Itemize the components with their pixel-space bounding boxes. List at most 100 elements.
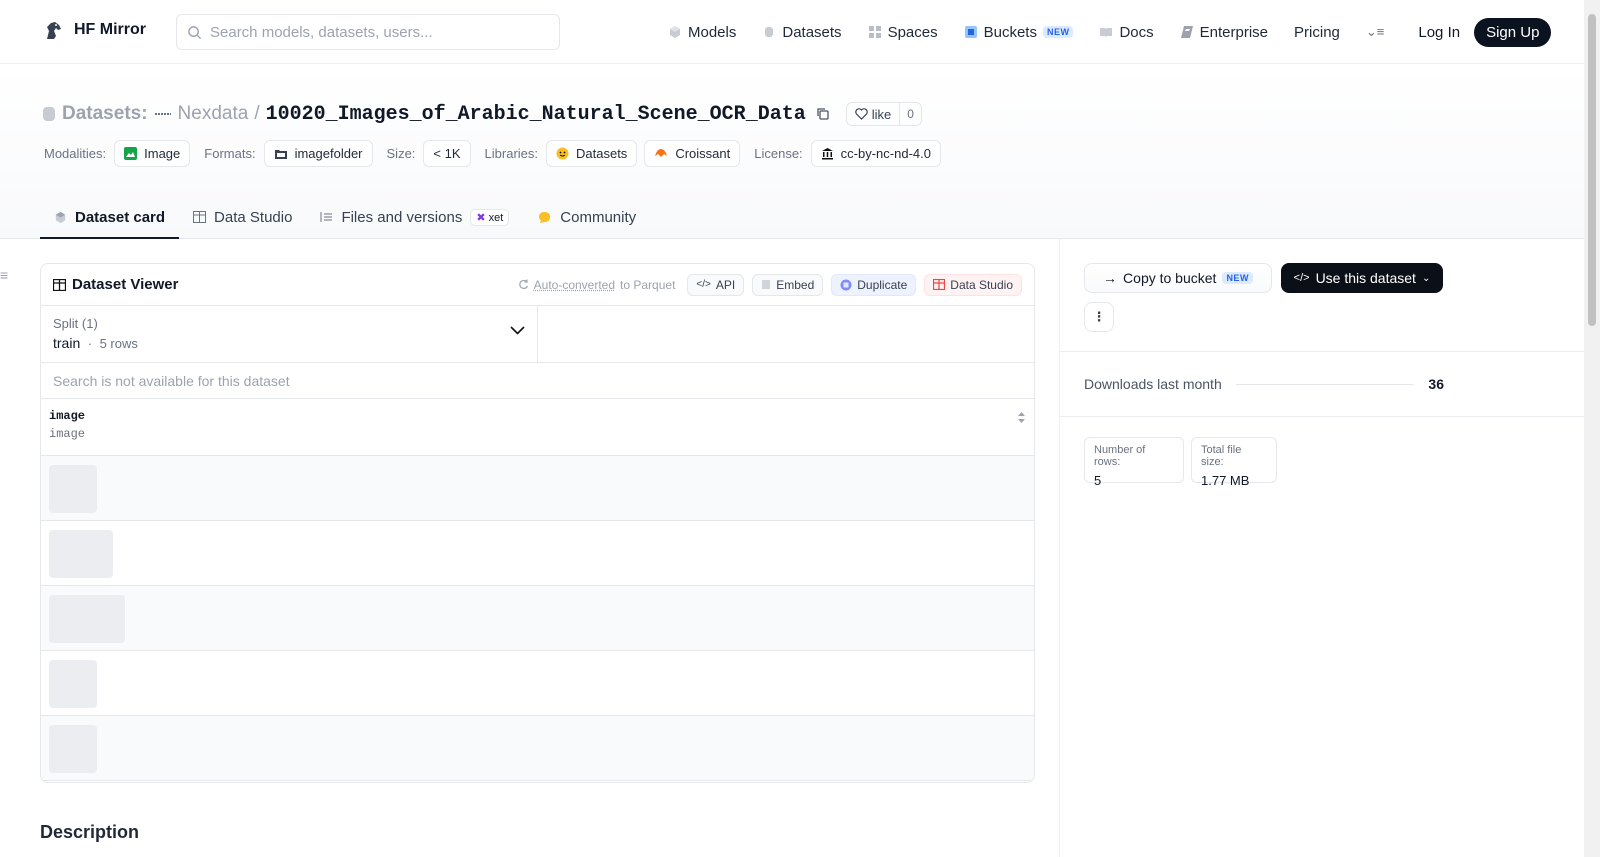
image-placeholder[interactable] xyxy=(49,595,125,643)
nav-models[interactable]: Models xyxy=(668,24,736,41)
viewer-header: Dataset Viewer Auto-converted to Parquet… xyxy=(41,264,1034,306)
image-placeholder[interactable] xyxy=(49,660,97,708)
scrollbar-thumb[interactable] xyxy=(1588,14,1596,326)
tab-files-label: Files and versions xyxy=(341,208,463,226)
cube-icon xyxy=(55,211,66,223)
sidebar-separator xyxy=(1060,351,1584,352)
image-placeholder[interactable] xyxy=(49,530,113,578)
table-row[interactable] xyxy=(41,586,1034,651)
vertical-dots-icon: ⋮ xyxy=(1092,309,1106,324)
sort-icon[interactable] xyxy=(1017,411,1026,424)
like-button[interactable]: like 0 xyxy=(845,102,922,126)
modalities-label: Modalities: xyxy=(44,146,107,161)
more-options-button[interactable]: ⋮ xyxy=(1084,302,1114,332)
modality-chip[interactable]: Image xyxy=(114,140,191,167)
column-header-image[interactable]: image image xyxy=(41,399,1034,456)
image-placeholder[interactable] xyxy=(49,465,97,513)
size-value: < 1K xyxy=(433,146,461,161)
top-navigation: HF Mirror Search models, datasets, users… xyxy=(0,0,1584,64)
chevron-down-icon xyxy=(510,326,525,335)
more-menu-icon[interactable]: ⌄≡ xyxy=(1366,24,1384,40)
login-link[interactable]: Log In xyxy=(1418,24,1460,41)
nav-pricing[interactable]: Pricing xyxy=(1294,24,1340,41)
license-value: cc-by-nc-nd-4.0 xyxy=(840,146,931,161)
nav-spaces[interactable]: Spaces xyxy=(868,24,938,41)
embed-button[interactable]: Embed xyxy=(752,273,824,296)
metadata-row: Modalities: Image Formats: imagefolder S… xyxy=(44,140,955,167)
database-icon xyxy=(43,107,55,121)
new-badge: NEW xyxy=(1042,26,1074,38)
split-name: train xyxy=(53,335,81,351)
rows-value: 5 xyxy=(1094,473,1102,488)
nav-docs[interactable]: Docs xyxy=(1099,24,1154,41)
description-heading: Description xyxy=(40,822,140,842)
signup-button[interactable]: Sign Up xyxy=(1474,17,1552,47)
file-size-label: Total file size: xyxy=(1201,444,1242,468)
tab-community[interactable]: Community xyxy=(523,197,650,239)
dataset-name[interactable]: 10020_Images_of_Arabic_Natural_Scene_OCR… xyxy=(266,103,806,126)
downloads-stat: Downloads last month 36 xyxy=(1084,376,1444,392)
brand-logo[interactable]: HF Mirror xyxy=(42,18,146,42)
nav-enterprise-label: Enterprise xyxy=(1199,23,1269,41)
repo-tabs: Dataset card Data Studio Files and versi… xyxy=(40,197,650,239)
search-icon xyxy=(188,25,202,39)
section-label[interactable]: Datasets: xyxy=(62,103,148,125)
copy-to-bucket-button[interactable]: → Copy to bucket NEW xyxy=(1084,263,1272,293)
format-chip[interactable]: imagefolder xyxy=(263,140,373,167)
duplicate-icon xyxy=(840,279,852,290)
page-title: Datasets: Nexdata / 10020_Images_of_Arab… xyxy=(42,102,922,126)
split-selector-row: Split (1) train · 5 rows xyxy=(41,306,1034,363)
modality-label: Image xyxy=(144,146,181,161)
like-toggle[interactable]: like xyxy=(847,103,901,125)
heart-icon xyxy=(854,108,868,120)
use-this-dataset-button[interactable]: </> Use this dataset ⌄ xyxy=(1281,263,1443,293)
size-chip[interactable]: < 1K xyxy=(423,140,471,167)
like-label: like xyxy=(871,106,892,122)
image-icon xyxy=(124,147,138,160)
data-studio-button[interactable]: Data Studio xyxy=(924,273,1022,296)
sidebar-toggle-icon[interactable]: ≡ xyxy=(0,267,8,283)
duplicate-button[interactable]: Duplicate xyxy=(831,273,917,296)
table-row[interactable] xyxy=(41,651,1034,716)
tab-dataset-card-label: Dataset card xyxy=(75,208,166,226)
arrow-right-icon: → xyxy=(1103,270,1118,286)
tab-dataset-card[interactable]: Dataset card xyxy=(40,197,180,239)
nav-links: Models Datasets Spaces Buckets NEW Docs … xyxy=(668,0,1552,64)
auto-converted-link[interactable]: Auto-converted xyxy=(534,278,615,292)
owner-link[interactable]: Nexdata xyxy=(178,103,249,125)
table-row[interactable] xyxy=(41,521,1034,586)
license-chip[interactable]: cc-by-nc-nd-4.0 xyxy=(810,140,941,167)
column-type: image xyxy=(49,427,86,441)
viewer-actions: Auto-converted to Parquet </> API Embed … xyxy=(518,273,1022,296)
grid-icon xyxy=(868,26,881,38)
new-badge: NEW xyxy=(1222,272,1253,284)
auto-converted-rest: to Parquet xyxy=(620,277,676,292)
search-input[interactable]: Search models, datasets, users... xyxy=(176,14,560,50)
code-icon: </> xyxy=(1293,272,1310,284)
nav-datasets[interactable]: Datasets xyxy=(762,24,842,41)
nav-buckets[interactable]: Buckets NEW xyxy=(964,24,1074,41)
table-row[interactable] xyxy=(41,716,1034,781)
page-scrollbar[interactable] xyxy=(1584,0,1600,857)
table-icon xyxy=(53,278,66,291)
tab-data-studio[interactable]: Data Studio xyxy=(179,197,306,239)
chevron-down-icon: ⌄ xyxy=(1421,272,1431,284)
api-button[interactable]: </> API xyxy=(687,273,745,296)
library-croissant-chip[interactable]: Croissant xyxy=(644,140,741,167)
nav-spaces-label: Spaces xyxy=(887,23,938,41)
tab-files-and-versions[interactable]: Files and versions ✖ xet xyxy=(306,197,523,239)
copy-icon[interactable] xyxy=(816,107,830,121)
dataset-viewer: Dataset Viewer Auto-converted to Parquet… xyxy=(40,263,1035,783)
license-label: License: xyxy=(754,146,803,161)
nav-enterprise[interactable]: Enterprise xyxy=(1180,24,1268,41)
table-row[interactable] xyxy=(41,456,1034,521)
downloads-sparkline xyxy=(1235,383,1415,385)
file-size-value: 1.77 MB xyxy=(1201,473,1250,488)
image-placeholder[interactable] xyxy=(49,725,97,773)
split-selector[interactable]: Split (1) train · 5 rows xyxy=(41,306,538,362)
bucket-icon xyxy=(964,26,977,38)
nav-models-label: Models xyxy=(688,23,737,41)
api-label: API xyxy=(715,277,736,292)
code-icon: </> xyxy=(696,279,711,290)
library-datasets-chip[interactable]: Datasets xyxy=(546,140,638,167)
